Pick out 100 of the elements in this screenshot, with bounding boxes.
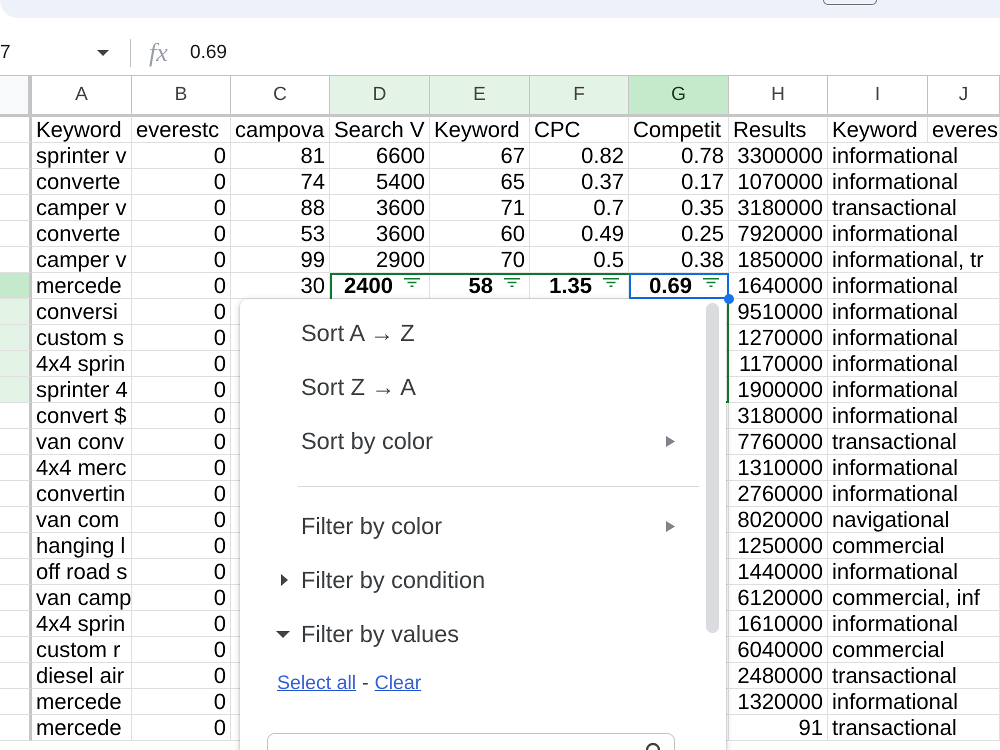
cell-value: 1.35 xyxy=(549,273,592,298)
filter-icon[interactable] xyxy=(504,278,520,287)
table-cell: 0 xyxy=(132,351,231,377)
scrollbar-thumb[interactable] xyxy=(706,303,719,633)
caret-down-icon[interactable] xyxy=(97,50,109,56)
clear-link[interactable]: Clear xyxy=(374,672,422,694)
table-cell: 70 xyxy=(430,247,530,273)
table-cell: Keyword xyxy=(828,117,928,143)
caret-right-icon xyxy=(666,520,675,532)
row-header[interactable] xyxy=(0,247,32,273)
column-header[interactable]: J xyxy=(928,75,1000,117)
row-header[interactable] xyxy=(0,689,32,715)
row-header[interactable] xyxy=(0,637,32,663)
row-header[interactable] xyxy=(0,195,32,221)
name-box[interactable]: 7 xyxy=(0,42,97,64)
table-cell: 0.7 xyxy=(530,195,629,221)
table-cell: Competit xyxy=(629,117,729,143)
table-cell: converte xyxy=(32,169,132,195)
table-cell: informational xyxy=(828,559,1000,585)
table-cell: 1440000 xyxy=(729,559,828,585)
caret-right-icon xyxy=(666,436,675,446)
column-header[interactable]: I xyxy=(828,75,928,117)
table-cell: mercede xyxy=(32,273,132,299)
table-cell: commercial xyxy=(828,533,1000,559)
row-header[interactable] xyxy=(0,559,32,585)
filter-icon[interactable] xyxy=(703,278,719,287)
row-header[interactable] xyxy=(0,403,32,429)
row-header[interactable] xyxy=(0,429,32,455)
row-header[interactable] xyxy=(0,715,32,741)
column-header[interactable]: F xyxy=(530,75,629,117)
table-cell: informational xyxy=(828,689,1000,715)
table-cell: informational xyxy=(828,377,1000,403)
filter-icon[interactable] xyxy=(404,278,420,287)
formula-input[interactable]: 0.69 xyxy=(190,42,1000,64)
table-cell: informational xyxy=(828,169,1000,195)
row-header[interactable] xyxy=(0,221,32,247)
search-field[interactable] xyxy=(267,733,675,750)
table-cell: 0 xyxy=(132,377,231,403)
column-header[interactable]: H xyxy=(729,75,828,117)
menu-item[interactable]: Sort by color xyxy=(240,414,675,468)
table-cell: 1070000 xyxy=(729,169,828,195)
row-header[interactable] xyxy=(0,507,32,533)
table-cell: sprinter v xyxy=(32,143,132,169)
row-header[interactable] xyxy=(0,533,32,559)
table-cell: 0.82 xyxy=(530,143,629,169)
table-cell: informational xyxy=(828,611,1000,637)
row-header[interactable] xyxy=(0,117,32,143)
toolbar-button[interactable] xyxy=(823,0,877,5)
table-cell: informational xyxy=(828,221,1000,247)
fill-handle[interactable] xyxy=(724,294,734,304)
select-all-corner[interactable] xyxy=(0,75,32,117)
table-cell: 4x4 sprin xyxy=(32,351,132,377)
column-header[interactable]: D xyxy=(330,75,430,117)
table-cell: 81 xyxy=(231,143,330,169)
column-header[interactable]: G xyxy=(629,75,729,117)
row-header[interactable] xyxy=(0,351,32,377)
table-cell: van conv xyxy=(32,429,132,455)
row-header[interactable] xyxy=(0,299,32,325)
table-cell: camper v xyxy=(32,247,132,273)
row-header[interactable] xyxy=(0,169,32,195)
column-header[interactable]: E xyxy=(430,75,530,117)
menu-item[interactable]: Filter by color xyxy=(240,499,675,553)
table-cell: convert $ xyxy=(32,403,132,429)
table-cell: 0.5 xyxy=(530,247,629,273)
row-header[interactable] xyxy=(0,455,32,481)
cell-value: 0.69 xyxy=(649,273,692,298)
row-header[interactable] xyxy=(0,325,32,351)
select-all-link[interactable]: Select all xyxy=(277,672,356,694)
table-cell: navigational xyxy=(828,507,1000,533)
filter-icon[interactable] xyxy=(603,278,619,287)
table-cell: informational xyxy=(828,143,1000,169)
table-cell: 88 xyxy=(231,195,330,221)
table-cell: 0.78 xyxy=(629,143,729,169)
row-header[interactable] xyxy=(0,377,32,403)
table-cell: 4x4 sprin xyxy=(32,611,132,637)
row-header[interactable] xyxy=(0,663,32,689)
column-header[interactable]: A xyxy=(32,75,132,117)
table-cell: off road s xyxy=(32,559,132,585)
table-cell: 0 xyxy=(132,169,231,195)
table-cell: 0.37 xyxy=(530,169,629,195)
table-cell: 1270000 xyxy=(729,325,828,351)
row-header[interactable] xyxy=(0,585,32,611)
column-header[interactable]: B xyxy=(132,75,231,117)
menu-item[interactable]: Filter by values xyxy=(240,607,675,661)
row-header[interactable] xyxy=(0,611,32,637)
table-cell: 0.38 xyxy=(629,247,729,273)
table-cell: commercial, inf xyxy=(828,585,1000,611)
table-cell: transactional xyxy=(828,663,1000,689)
table-cell: 1610000 xyxy=(729,611,828,637)
row-header[interactable] xyxy=(0,273,32,299)
menu-item[interactable]: Sort Z → A xyxy=(240,360,675,414)
column-header[interactable]: C xyxy=(231,75,330,117)
row-header[interactable] xyxy=(0,143,32,169)
table-cell: informational xyxy=(828,273,1000,299)
menu-item[interactable]: Sort A → Z xyxy=(240,306,675,360)
table-cell: 4x4 merc xyxy=(32,455,132,481)
table-cell: 6600 xyxy=(330,143,430,169)
menu-item[interactable]: Filter by condition xyxy=(240,553,675,607)
row-header[interactable] xyxy=(0,481,32,507)
table-cell: diesel air xyxy=(32,663,132,689)
